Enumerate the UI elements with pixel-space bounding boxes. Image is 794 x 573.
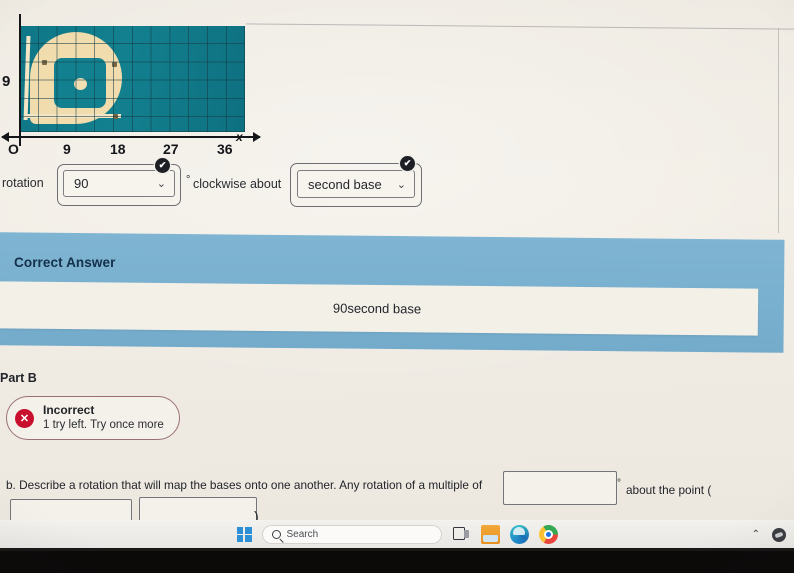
- chevron-down-icon: ⌄: [156, 178, 166, 190]
- coordinate-grid: [20, 26, 245, 132]
- angle-select[interactable]: 90 ⌄: [63, 170, 175, 197]
- question-b-text: b. Describe a rotation that will map the…: [6, 478, 483, 492]
- tray-status-icon[interactable]: [772, 527, 786, 542]
- point-select-group[interactable]: second base ⌄ ✔: [290, 156, 422, 207]
- clockwise-about-label: clockwise about: [193, 177, 282, 191]
- check-icon: ✔: [400, 156, 415, 171]
- x-tick-36: 36: [217, 141, 233, 157]
- alert-subtitle: 1 try left. Try once more: [43, 419, 164, 432]
- about-the-point-label: about the point (: [626, 483, 712, 497]
- x-tick-27: 27: [163, 141, 179, 157]
- system-tray: ⌃: [752, 527, 786, 542]
- x-axis-label: x: [236, 130, 243, 144]
- screen-photo: O 9 x 9 18 27 36 rotation 90 ⌄ ✔ ° clock…: [0, 0, 794, 573]
- screen-bezel: [0, 548, 794, 573]
- correct-answer-heading: Correct Answer: [14, 255, 116, 270]
- x-tick-18: 18: [110, 141, 126, 157]
- baseball-field-graph: O 9 x 9 18 27 36: [0, 8, 262, 157]
- chevron-up-icon[interactable]: ⌃: [752, 529, 760, 540]
- edge-icon[interactable]: [509, 525, 529, 544]
- x-tick-9: 9: [63, 141, 71, 157]
- multiple-input[interactable]: [503, 471, 617, 505]
- angle-select-value: 90: [74, 176, 89, 191]
- origin-label: O: [8, 141, 19, 157]
- start-button[interactable]: [236, 527, 252, 542]
- taskbar-center-group: Search: [236, 525, 558, 544]
- windows-taskbar: Search ⌃: [0, 520, 794, 548]
- y-axis: [19, 14, 21, 146]
- chrome-icon[interactable]: [538, 525, 558, 544]
- file-explorer-icon[interactable]: [480, 525, 500, 544]
- start-icon-quadrant: [236, 527, 244, 534]
- point-select[interactable]: second base ⌄: [297, 170, 415, 198]
- degree-symbol: °: [186, 174, 191, 186]
- x-axis: [1, 132, 261, 142]
- alert-title: Incorrect: [43, 403, 95, 418]
- search-placeholder: Search: [286, 529, 319, 540]
- search-input[interactable]: Search: [261, 525, 442, 544]
- correct-answer-value: 90second base: [0, 281, 759, 336]
- degree-symbol: °: [617, 478, 621, 489]
- part-b-heading: Part B: [0, 371, 37, 385]
- incorrect-alert: ✕ Incorrect 1 try left. Try once more: [6, 396, 180, 440]
- angle-select-group[interactable]: 90 ⌄ ✔: [57, 158, 181, 206]
- search-icon: [271, 530, 281, 539]
- chevron-down-icon: ⌄: [396, 178, 406, 191]
- field-image: [20, 26, 245, 132]
- start-icon-quadrant: [244, 527, 252, 534]
- check-icon: ✔: [155, 158, 170, 173]
- close-icon: ✕: [15, 408, 34, 428]
- rotation-label: rotation: [2, 176, 44, 190]
- task-view-icon[interactable]: [452, 525, 471, 544]
- point-select-value: second base: [308, 176, 382, 192]
- start-icon-quadrant: [244, 535, 252, 542]
- start-icon-quadrant: [236, 535, 244, 542]
- vertical-divider: [778, 28, 779, 233]
- y-tick-9: 9: [2, 73, 11, 90]
